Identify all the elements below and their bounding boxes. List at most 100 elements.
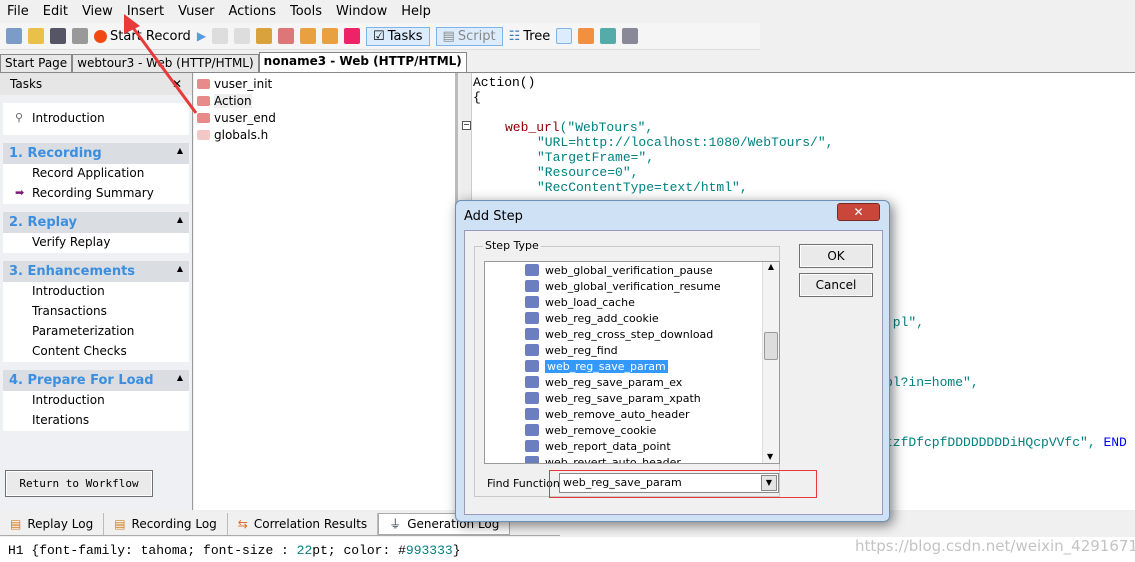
correlate-icon[interactable]: [578, 28, 595, 44]
log-number: 22: [296, 543, 313, 558]
step-item[interactable]: web_global_verification_resume: [485, 278, 779, 294]
section-header[interactable]: 3. Enhancements ▲: [3, 261, 189, 282]
menu-edit[interactable]: Edit: [36, 4, 75, 19]
step-label: web_load_cache: [545, 295, 635, 309]
item-label: Recording Summary: [32, 186, 154, 200]
step-item[interactable]: web_report_data_point: [485, 438, 779, 454]
task-introduction[interactable]: ⚲ Introduction: [3, 109, 189, 129]
open-icon[interactable]: [28, 28, 44, 44]
task-item[interactable]: Transactions: [3, 302, 189, 322]
menu-tools[interactable]: Tools: [283, 4, 329, 19]
save-icon[interactable]: [50, 28, 66, 44]
step-item[interactable]: web_reg_find: [485, 342, 779, 358]
menu-insert[interactable]: Insert: [120, 4, 171, 19]
add-action-icon[interactable]: [278, 28, 295, 44]
task-item[interactable]: Record Application: [3, 164, 189, 184]
tab-start-page[interactable]: Start Page: [0, 54, 73, 72]
tab-webtour3[interactable]: webtour3 - Web (HTTP/HTML): [72, 54, 259, 72]
step-item[interactable]: web_remove_auto_header: [485, 406, 779, 422]
play-icon[interactable]: ▶: [197, 29, 206, 43]
menu-actions[interactable]: Actions: [221, 4, 283, 19]
task-item[interactable]: Introduction: [3, 282, 189, 302]
tree-node[interactable]: vuser_end: [194, 109, 455, 126]
section-header[interactable]: 2. Replay ▲: [3, 212, 189, 233]
step-icon: [525, 264, 539, 276]
new-script-icon[interactable]: [6, 28, 22, 44]
tree-node[interactable]: vuser_init: [194, 75, 455, 92]
close-dialog-button[interactable]: ✕: [837, 203, 880, 221]
tab-replay-log[interactable]: ▤ Replay Log: [0, 512, 105, 535]
start-transaction-icon[interactable]: [300, 28, 317, 44]
return-to-workflow-button[interactable]: Return to Workflow: [5, 470, 153, 497]
compile-icon[interactable]: [256, 28, 273, 44]
ok-button[interactable]: OK: [799, 244, 873, 268]
action-icon: [197, 95, 210, 106]
task-section: 2. Replay ▲ Verify Replay: [3, 212, 189, 253]
tree-view-toggle[interactable]: ☷ Tree: [509, 29, 551, 44]
close-icon[interactable]: ✕: [172, 77, 182, 91]
html-icon[interactable]: [600, 28, 617, 44]
item-label: Transactions: [32, 304, 107, 318]
step-type-list[interactable]: web_global_verification_pause web_global_…: [484, 261, 780, 464]
step-label: web_remove_auto_header: [545, 407, 690, 421]
collapse-icon[interactable]: −: [462, 121, 471, 130]
scroll-thumb[interactable]: [764, 332, 778, 360]
menu-file[interactable]: File: [0, 4, 36, 19]
collapse-icon[interactable]: ▲: [177, 146, 183, 161]
step-icon: [525, 328, 539, 340]
tab-noname3[interactable]: noname3 - Web (HTTP/HTML): [258, 52, 467, 72]
start-record-button[interactable]: Start Record: [94, 29, 191, 44]
menu-view[interactable]: View: [75, 4, 120, 19]
tab-recording-log[interactable]: ▤ Recording Log: [104, 512, 228, 535]
task-item[interactable]: Iterations: [3, 411, 189, 431]
menu-window[interactable]: Window: [329, 4, 394, 19]
rendezvous-icon[interactable]: [344, 28, 361, 44]
copy-icon[interactable]: [622, 28, 639, 44]
step-item[interactable]: web_reg_save_param_xpath: [485, 390, 779, 406]
scroll-down-icon[interactable]: ▼: [767, 452, 773, 461]
menu-vuser[interactable]: Vuser: [171, 4, 221, 19]
document-tabs: Start Page webtour3 - Web (HTTP/HTML) no…: [0, 52, 1135, 73]
tree-node[interactable]: Action: [194, 92, 455, 109]
collapse-icon[interactable]: ▲: [177, 264, 183, 279]
collapse-icon[interactable]: ▲: [177, 373, 183, 388]
find-icon[interactable]: [72, 28, 88, 44]
end-transaction-icon[interactable]: [322, 28, 339, 44]
step-item[interactable]: web_reg_save_param: [485, 358, 779, 374]
script-icon: ▤: [442, 28, 455, 44]
menu-help[interactable]: Help: [394, 4, 438, 19]
tasks-toggle[interactable]: ☑ Tasks: [366, 26, 430, 46]
task-item[interactable]: ➡ Recording Summary: [3, 184, 189, 204]
tasks-pane: Tasks ✕ ⚲ Introduction 1. Recording ▲ Record…: [0, 73, 193, 510]
cancel-button[interactable]: Cancel: [799, 273, 873, 297]
script-tree: vuser_init Action vuser_end globals.h: [194, 73, 458, 510]
task-item[interactable]: Content Checks: [3, 342, 189, 362]
list-scrollbar[interactable]: ▲ ▼: [762, 262, 779, 463]
task-item[interactable]: Parameterization: [3, 322, 189, 342]
item-label: Record Application: [32, 166, 145, 180]
step-icon: [525, 456, 539, 463]
step-item[interactable]: web_reg_add_cookie: [485, 310, 779, 326]
task-item[interactable]: Verify Replay: [3, 233, 189, 253]
tree-node[interactable]: globals.h: [194, 126, 455, 143]
output-pane-icon[interactable]: [556, 28, 573, 44]
task-item[interactable]: Introduction: [3, 391, 189, 411]
code-line: "Resource=0",: [537, 165, 639, 180]
tab-correlation-results[interactable]: ⇆ Correlation Results: [228, 512, 379, 535]
section-header[interactable]: 4. Prepare For Load ▲: [3, 370, 189, 391]
step-icon: [525, 296, 539, 308]
dialog-title: Add Step: [464, 209, 523, 224]
record-icon: [94, 29, 107, 43]
step-item[interactable]: web_global_verification_pause: [485, 262, 779, 278]
step-item[interactable]: web_load_cache: [485, 294, 779, 310]
tree-icon: ☷: [508, 28, 521, 44]
scroll-up-icon[interactable]: ▲: [763, 262, 779, 271]
step-item[interactable]: web_reg_cross_step_download: [485, 326, 779, 342]
step-item[interactable]: web_remove_cookie: [485, 422, 779, 438]
step-item[interactable]: web_reg_save_param_ex: [485, 374, 779, 390]
step-icon: [525, 424, 539, 436]
collapse-icon[interactable]: ▲: [177, 215, 183, 230]
step-item[interactable]: web_revert_auto_header: [485, 454, 779, 463]
section-header[interactable]: 1. Recording ▲: [3, 143, 189, 164]
script-view-toggle[interactable]: ▤ Script: [435, 26, 503, 46]
